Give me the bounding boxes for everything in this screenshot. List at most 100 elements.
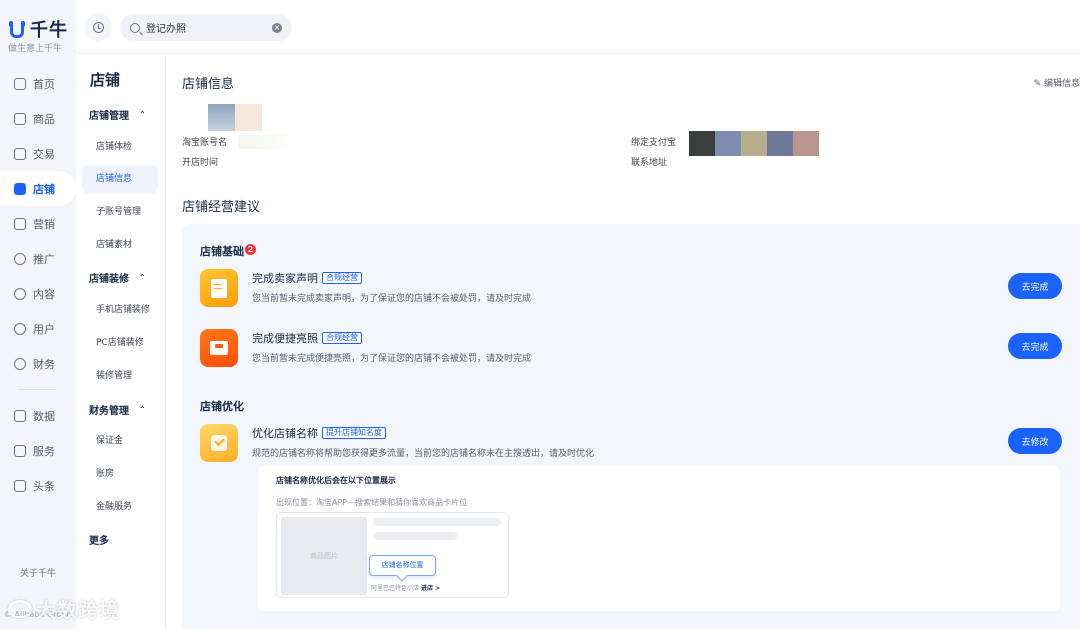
history-button[interactable] xyxy=(84,13,112,41)
subnav-item-shop-checkup[interactable]: 店铺体检 xyxy=(82,133,158,161)
task-desc: 您当前暂未完成卖家声明，为了保证您的店铺不会被处罚，请及时完成 xyxy=(252,294,532,304)
group-shop-management[interactable]: 店铺管理 ⌃ xyxy=(89,107,146,122)
trade-icon xyxy=(14,147,26,160)
chevron-up-icon: ⌃ xyxy=(139,110,146,119)
nav-label: 财务 xyxy=(33,357,55,371)
brand-name: 千牛 xyxy=(30,20,68,41)
count-badge: 2 xyxy=(245,244,256,255)
watermark-text: 大数跨境 xyxy=(36,598,120,622)
subnav-item-sub-accounts[interactable]: 子账号管理 xyxy=(82,198,158,226)
subnav-item-decoration-management[interactable]: 装修管理 xyxy=(82,362,158,390)
card-store-line: 阿里巴巴特色小店 进店 > xyxy=(371,583,440,592)
task-seller-statement: 完成卖家声明 合规经营 您当前暂未完成卖家声明，为了保证您的店铺不会被处罚，请及时… xyxy=(200,269,1062,309)
megaphone-icon xyxy=(14,217,26,230)
main-content: 店铺信息 ✎ 编辑信息 淘宝账号名 开店时间 绑定支付宝 联系地址 店铺经营建议… xyxy=(166,54,1080,629)
subnav-item-shop-materials[interactable]: 店铺素材 xyxy=(82,231,158,259)
document-icon xyxy=(200,269,238,307)
nav-label: 交易 xyxy=(33,147,55,161)
about-link[interactable]: 关于千牛 xyxy=(20,566,56,579)
watermark: 大数跨境 xyxy=(8,594,120,623)
task-title: 完成便捷亮照 合规经营 xyxy=(252,330,362,346)
group-label: 财务管理 xyxy=(89,406,129,417)
modify-button[interactable]: 去修改 xyxy=(1008,428,1062,454)
watermark-logo-icon xyxy=(8,599,32,618)
group-label: 店铺装修 xyxy=(89,274,129,285)
nav-label: 用户 xyxy=(33,322,55,336)
open-time-label: 开店时间 xyxy=(182,158,219,168)
search-input[interactable] xyxy=(146,22,266,33)
task-tag: 合规经营 xyxy=(322,332,362,344)
subnav-item-mobile-decoration[interactable]: 手机店铺装修 xyxy=(82,296,158,324)
nav-item-users[interactable]: 用户 xyxy=(0,311,76,346)
nav-item-marketing[interactable]: 营销 xyxy=(0,206,76,241)
task-license-display: 完成便捷亮照 合规经营 您当前暂未完成便捷亮照，为了保证您的店铺不会被处罚，请及时… xyxy=(200,329,1062,369)
complete-button[interactable]: 去完成 xyxy=(1008,333,1062,359)
chart-icon xyxy=(14,409,26,422)
task-title-text: 完成卖家声明 xyxy=(252,272,318,285)
task-desc: 规范的店铺名称将帮助您获得更多流量，当前您的店铺名称未在主搜透出，请及时优化 xyxy=(252,449,595,459)
nav-item-home[interactable]: 首页 xyxy=(0,66,76,101)
nav-item-trade[interactable]: 交易 xyxy=(0,136,76,171)
search-icon xyxy=(130,22,140,33)
top-bar: × xyxy=(76,0,1080,54)
nav-item-service[interactable]: 服务 xyxy=(0,433,76,468)
complete-button[interactable]: 去完成 xyxy=(1008,273,1062,299)
shop-info-title: 店铺信息 xyxy=(182,77,235,92)
taobao-account-label: 淘宝账号名 xyxy=(182,138,228,148)
edit-icon: ✎ xyxy=(1033,79,1042,89)
chevron-up-icon: ⌃ xyxy=(139,273,146,282)
edit-info-label: 编辑信息 xyxy=(1043,79,1080,89)
home-icon xyxy=(14,77,26,90)
advice-title: 店铺经营建议 xyxy=(182,200,261,215)
alipay-label: 绑定支付宝 xyxy=(631,138,677,148)
basic-title-text: 店铺基础 xyxy=(200,245,244,258)
user-icon xyxy=(14,322,26,335)
clear-icon[interactable]: × xyxy=(272,22,282,33)
nav-item-content[interactable]: 内容 xyxy=(0,276,76,311)
task-tag: 提升店铺知名度 xyxy=(322,427,386,439)
nav-item-shop[interactable]: 店铺 xyxy=(0,171,76,206)
preview-location: 出现位置：淘宝APP—搜索结果和猜你喜欢商品卡片位 xyxy=(276,498,468,507)
nav-item-finance[interactable]: 财务 xyxy=(0,346,76,381)
nav-label: 店铺 xyxy=(33,182,55,196)
subnav-item-pc-decoration[interactable]: PC店铺装修 xyxy=(82,329,158,357)
task-title: 完成卖家声明 合规经营 xyxy=(252,270,362,286)
nav-label: 首页 xyxy=(33,77,55,91)
more-label: 更多 xyxy=(89,536,109,547)
subnav-title: 店铺 xyxy=(90,71,121,89)
license-icon xyxy=(200,329,238,367)
search-box[interactable]: × xyxy=(120,14,292,41)
nav-item-headlines[interactable]: 头条 xyxy=(0,468,76,503)
content-icon xyxy=(14,287,26,300)
qianniu-logo[interactable]: 千牛 xyxy=(8,16,68,42)
brand-slogan: 做生意上千牛 xyxy=(8,44,63,54)
shop-avatar xyxy=(208,104,262,131)
nav-item-data[interactable]: 数据 xyxy=(0,398,76,433)
task-optimize-shop-name: 优化店铺名称 提升店铺知名度 规范的店铺名称将帮助您获得更多流量，当前您的店铺名称… xyxy=(200,424,1062,464)
qianniu-logo-icon xyxy=(8,19,26,39)
nav-label: 推广 xyxy=(33,252,55,266)
nav-item-goods[interactable]: 商品 xyxy=(0,101,76,136)
preview-title: 店铺名称优化后会在以下位置展示 xyxy=(276,476,396,485)
subnav-item-financial-services[interactable]: 金融服务 xyxy=(82,493,158,521)
subnav-item-shop-info[interactable]: 店铺信息 xyxy=(82,165,158,193)
subnav-more[interactable]: 更多 xyxy=(89,532,109,547)
subnav-item-accounts[interactable]: 账房 xyxy=(82,460,158,488)
nav-divider xyxy=(18,389,56,390)
left-rail: 千牛 做生意上千牛 首页 商品 交易 店铺 营销 推广 内容 用户 财务 数据 … xyxy=(0,0,76,629)
nav-label: 商品 xyxy=(33,112,55,126)
checklist-icon xyxy=(200,424,238,462)
edit-info-link[interactable]: ✎ 编辑信息 xyxy=(1034,76,1080,89)
subnav-item-deposit[interactable]: 保证金 xyxy=(82,427,158,455)
nav-label: 服务 xyxy=(33,444,55,458)
alipay-value-blurred xyxy=(689,131,819,156)
nav-label: 营销 xyxy=(33,217,55,231)
task-tag: 合规经营 xyxy=(322,272,362,284)
yen-icon xyxy=(14,357,26,370)
group-shop-decoration[interactable]: 店铺装修 ⌃ xyxy=(89,270,146,285)
location-pin-icon xyxy=(14,252,26,265)
nav-item-promotion[interactable]: 推广 xyxy=(0,241,76,276)
shop-name-preview: 店铺名称优化后会在以下位置展示 出现位置：淘宝APP—搜索结果和猜你喜欢商品卡片… xyxy=(258,466,1060,611)
group-label: 店铺管理 xyxy=(89,111,129,122)
group-finance-management[interactable]: 财务管理 ⌃ xyxy=(89,402,146,417)
